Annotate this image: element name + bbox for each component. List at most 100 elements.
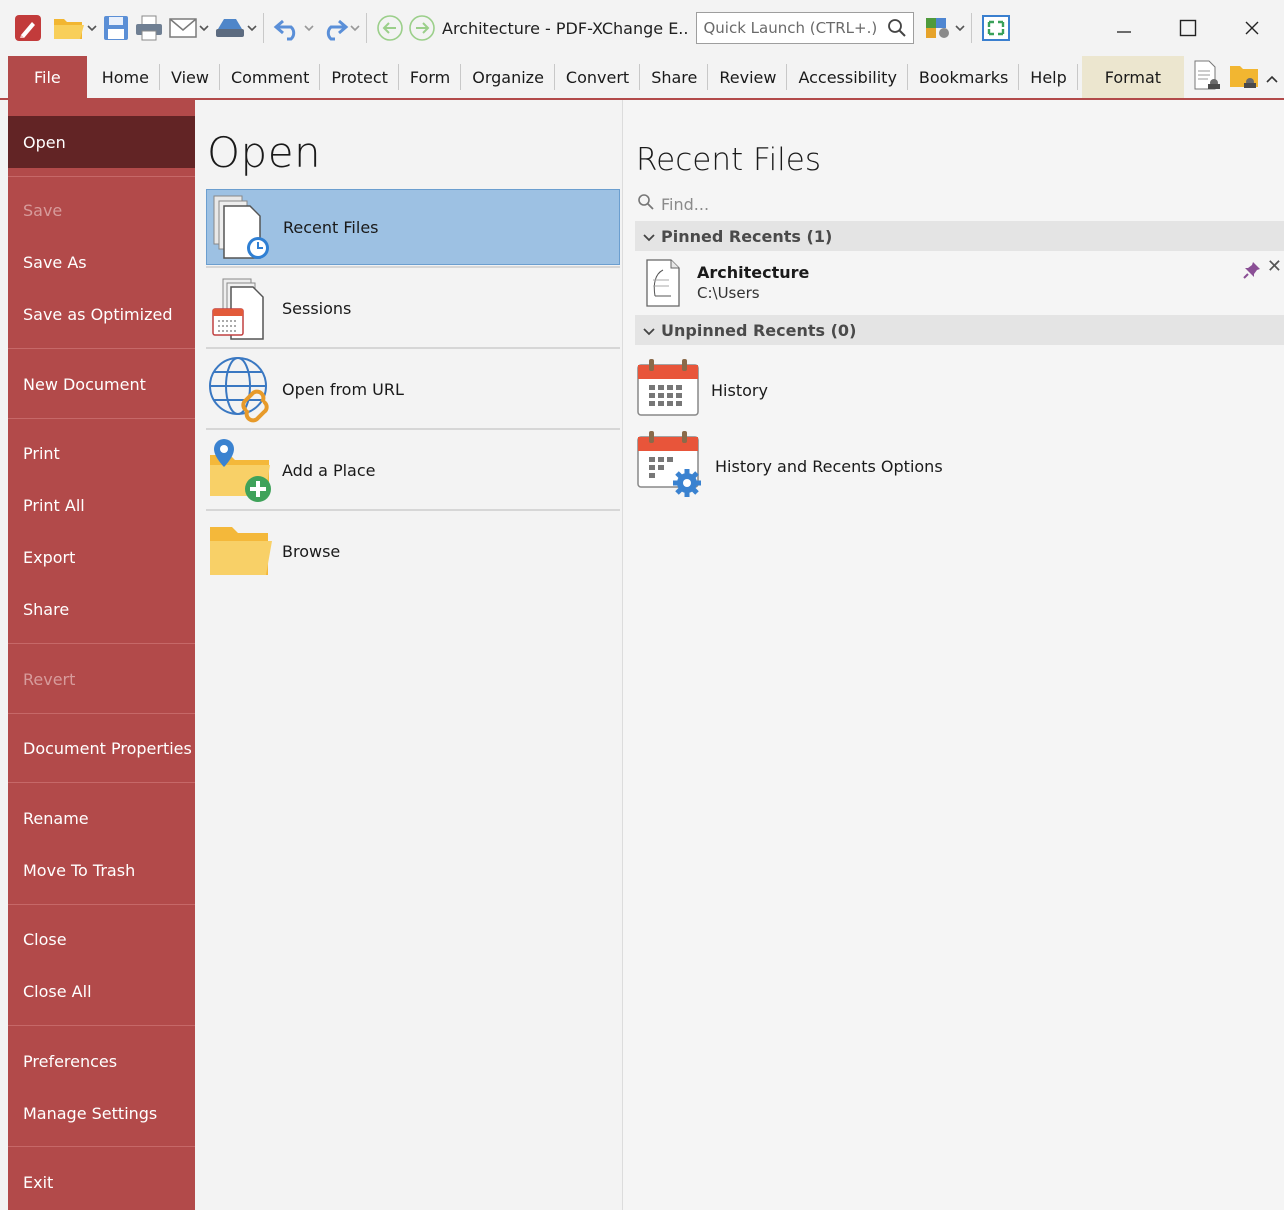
find-document-icon[interactable]: [1192, 59, 1222, 95]
chevron-down-icon[interactable]: [303, 12, 315, 44]
title-bar: Architecture - PDF-XChange E..: [0, 0, 1284, 56]
save-icon[interactable]: [102, 12, 130, 44]
window-controls: [1092, 0, 1284, 56]
sidebar-divider: [8, 1025, 195, 1026]
unpinned-recents-header[interactable]: Unpinned Recents (0): [635, 315, 1284, 345]
history-options-label: History and Recents Options: [715, 456, 943, 476]
quick-access-toolbar: [0, 0, 436, 56]
sidebar-item-document-properties[interactable]: Document Properties: [8, 722, 195, 774]
collapse-ribbon-icon[interactable]: [1266, 68, 1278, 87]
sidebar-divider: [8, 713, 195, 714]
pinned-recents-header[interactable]: Pinned Recents (1): [635, 221, 1284, 251]
customize-toolbar-icon[interactable]: [924, 12, 954, 44]
history-command[interactable]: History: [635, 354, 1055, 426]
backstage-sidebar: Open Save Save As Save as Optimized New …: [8, 100, 195, 1210]
find-input[interactable]: [661, 194, 961, 214]
search-icon[interactable]: [887, 18, 907, 42]
sidebar-item-share[interactable]: Share: [8, 583, 195, 635]
group-label: Pinned Recents (1): [661, 226, 833, 246]
tab-help[interactable]: Help: [1019, 56, 1079, 98]
open-panel: Open Recent Files Sessions Open from URL…: [195, 100, 623, 1210]
chevron-down-icon[interactable]: [954, 12, 966, 44]
sidebar-item-print[interactable]: Print: [8, 427, 195, 479]
email-icon[interactable]: [168, 12, 198, 44]
recent-files-icon: [207, 192, 277, 262]
forward-icon[interactable]: [408, 12, 436, 44]
find-folder-icon[interactable]: [1228, 60, 1260, 94]
remove-recent-icon[interactable]: ✕: [1267, 256, 1282, 277]
open-item-open-from-url[interactable]: Open from URL: [206, 351, 620, 427]
toolbar-separator: [263, 13, 264, 43]
open-item-sessions[interactable]: Sessions: [206, 270, 620, 346]
tab-format[interactable]: Format: [1081, 56, 1184, 98]
calendar-icon: [635, 357, 701, 423]
open-item-add-a-place[interactable]: Add a Place: [206, 432, 620, 508]
sidebar-item-manage-settings[interactable]: Manage Settings: [8, 1087, 195, 1139]
ribbon-extra-icons: [1192, 56, 1284, 98]
chevron-down-icon[interactable]: [86, 12, 98, 44]
open-item-label: Recent Files: [283, 217, 379, 237]
toolbar-separator: [971, 13, 973, 43]
tab-form[interactable]: Form: [399, 56, 462, 98]
tab-organize[interactable]: Organize: [461, 56, 555, 98]
scan-icon[interactable]: [214, 12, 246, 44]
sidebar-item-open[interactable]: Open: [8, 116, 195, 168]
sidebar-item-close[interactable]: Close: [8, 913, 195, 965]
sessions-icon: [206, 273, 276, 343]
sidebar-item-move-to-trash[interactable]: Move To Trash: [8, 844, 195, 896]
close-window-button[interactable]: [1220, 0, 1284, 56]
tab-share[interactable]: Share: [640, 56, 709, 98]
sidebar-item-rename[interactable]: Rename: [8, 792, 195, 844]
tab-view[interactable]: View: [160, 56, 220, 98]
recent-file-entry[interactable]: Architecture C:\Users ✕: [635, 254, 1284, 314]
maximize-button[interactable]: [1156, 0, 1220, 56]
chevron-down-icon[interactable]: [349, 12, 361, 44]
history-options-command[interactable]: History and Recents Options: [635, 430, 1055, 502]
minimize-button[interactable]: [1092, 0, 1156, 56]
tab-comment[interactable]: Comment: [220, 56, 321, 98]
sidebar-item-close-all[interactable]: Close All: [8, 965, 195, 1017]
tab-convert[interactable]: Convert: [555, 56, 641, 98]
tab-home[interactable]: Home: [91, 56, 161, 98]
quick-launch-box[interactable]: [696, 12, 915, 44]
sidebar-item-revert[interactable]: Revert: [8, 653, 195, 705]
sidebar-item-save-as[interactable]: Save As: [8, 236, 195, 288]
print-icon[interactable]: [134, 12, 164, 44]
chevron-down-icon: [643, 321, 655, 340]
open-divider: [206, 266, 620, 268]
tab-bookmarks[interactable]: Bookmarks: [908, 56, 1020, 98]
tab-file[interactable]: File: [8, 56, 87, 98]
tab-protect[interactable]: Protect: [320, 56, 399, 98]
page-title: Open: [207, 128, 322, 177]
app-logo-icon[interactable]: [14, 12, 42, 44]
tab-review[interactable]: Review: [708, 56, 788, 98]
open-item-recent-files[interactable]: Recent Files: [206, 189, 620, 265]
sidebar-item-export[interactable]: Export: [8, 531, 195, 583]
sidebar-divider: [8, 782, 195, 783]
sidebar-divider: [8, 904, 195, 905]
open-item-label: Sessions: [282, 298, 352, 318]
back-icon[interactable]: [376, 12, 404, 44]
fullscreen-icon[interactable]: [981, 12, 1011, 44]
open-folder-icon[interactable]: [52, 12, 86, 44]
sidebar-item-exit[interactable]: Exit: [8, 1156, 195, 1208]
redo-icon[interactable]: [319, 12, 349, 44]
sidebar-item-save[interactable]: Save: [8, 184, 195, 236]
open-item-browse[interactable]: Browse: [206, 513, 620, 589]
chevron-down-icon[interactable]: [198, 12, 210, 44]
open-divider: [206, 428, 620, 430]
quick-launch-input[interactable]: [703, 19, 884, 37]
globe-link-icon: [206, 354, 276, 424]
sidebar-divider: [8, 348, 195, 349]
pin-icon[interactable]: [1242, 260, 1262, 284]
sidebar-item-new-document[interactable]: New Document: [8, 358, 195, 410]
sidebar-item-print-all[interactable]: Print All: [8, 479, 195, 531]
tab-accessibility[interactable]: Accessibility: [787, 56, 909, 98]
group-label: Unpinned Recents (0): [661, 320, 857, 340]
undo-icon[interactable]: [273, 12, 303, 44]
add-place-icon: [206, 435, 276, 505]
find-box[interactable]: [637, 190, 1277, 218]
chevron-down-icon[interactable]: [246, 12, 258, 44]
sidebar-item-save-as-optimized[interactable]: Save as Optimized: [8, 288, 195, 340]
sidebar-item-preferences[interactable]: Preferences: [8, 1035, 195, 1087]
